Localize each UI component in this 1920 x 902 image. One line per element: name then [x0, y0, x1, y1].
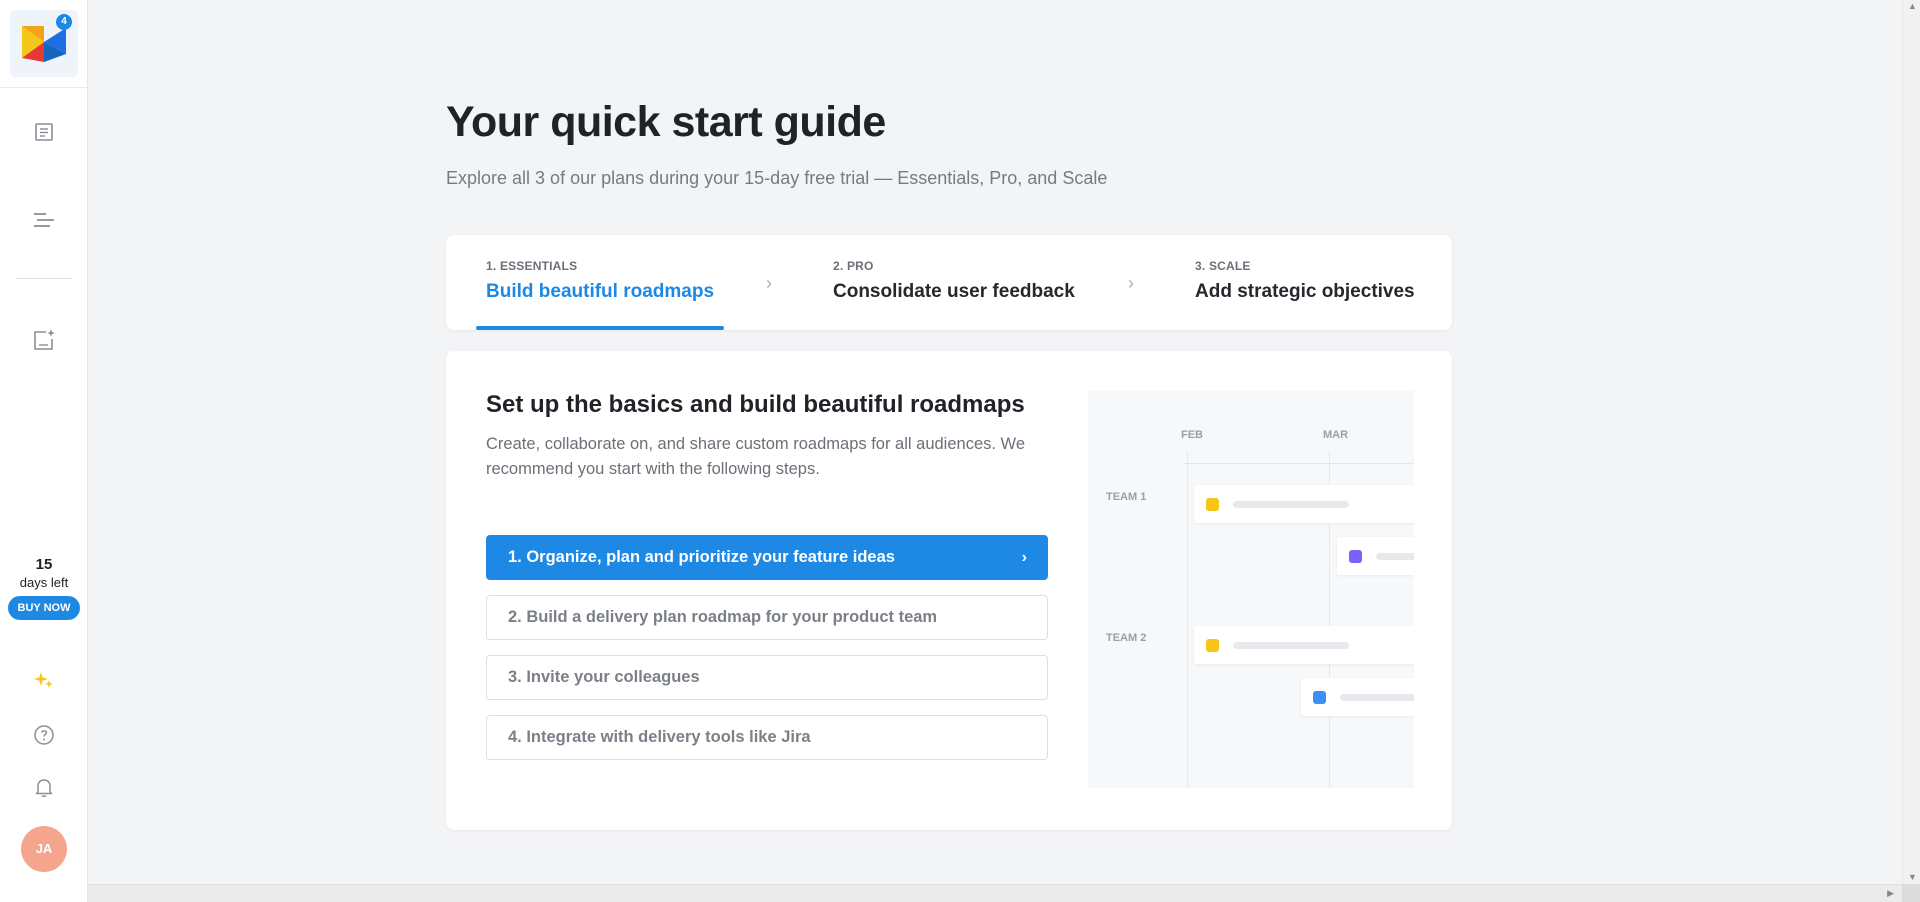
trial-days-count: 15 — [35, 556, 53, 573]
document-icon — [35, 123, 53, 141]
sidebar-item-notifications[interactable] — [30, 773, 58, 801]
team-label: TEAM 1 — [1106, 491, 1147, 503]
notification-count-badge: 4 — [56, 14, 72, 30]
help-circle-icon — [34, 725, 54, 745]
roadmap-illustration: FEB MAR TEAM 1 TEAM 2 — [1088, 391, 1414, 788]
tab-essentials[interactable]: 1. ESSENTIALS Build beautiful roadmaps — [486, 259, 714, 303]
step-label: 2. Build a delivery plan roadmap for you… — [508, 608, 938, 626]
step-label: 3. Invite your colleagues — [508, 668, 700, 686]
status-dot — [1349, 550, 1362, 563]
buy-now-button[interactable]: BUY NOW — [7, 596, 81, 620]
plan-title: Add strategic objectives — [1195, 281, 1415, 302]
plan-kicker: 1. ESSENTIALS — [486, 259, 578, 273]
app-logo[interactable]: 4 — [10, 10, 78, 77]
month-label: MAR — [1323, 429, 1349, 441]
plan-kicker: 2. PRO — [833, 259, 874, 273]
board-sparkle-icon — [34, 329, 55, 350]
step-delivery-plan[interactable]: 2. Build a delivery plan roadmap for you… — [486, 595, 1048, 640]
chevron-right-icon: › — [1128, 273, 1134, 293]
step-integrate-jira[interactable]: 4. Integrate with delivery tools like Ji… — [486, 715, 1048, 760]
trial-days-label: days left — [19, 575, 69, 590]
scroll-right-icon[interactable]: ▶ — [1887, 888, 1894, 899]
sidebar-item-add-board[interactable] — [30, 326, 58, 354]
chevron-right-icon: › — [1021, 549, 1027, 566]
sidebar-divider — [0, 87, 88, 88]
month-label: FEB — [1181, 429, 1203, 441]
tab-scale[interactable]: 3. SCALE Add strategic objectives — [1195, 259, 1415, 303]
card-description: Create, collaborate on, and share custom… — [486, 435, 1025, 478]
plan-title: Consolidate user feedback — [833, 281, 1075, 302]
vertical-scrollbar[interactable]: ▲ ▼ — [1902, 0, 1920, 884]
plan-tabs: 1. ESSENTIALS Build beautiful roadmaps ›… — [446, 235, 1452, 330]
tab-pro[interactable]: 2. PRO Consolidate user feedback — [833, 259, 1075, 303]
plan-kicker: 3. SCALE — [1195, 259, 1251, 273]
timeline-axis — [1183, 463, 1414, 464]
scroll-up-icon[interactable]: ▲ — [1908, 1, 1917, 11]
sidebar-divider — [16, 278, 72, 279]
status-dot — [1206, 498, 1219, 511]
step-invite-colleagues[interactable]: 3. Invite your colleagues — [486, 655, 1048, 700]
trial-info: 15 days left BUY NOW — [0, 556, 88, 620]
status-dot — [1313, 691, 1326, 704]
chevron-right-icon: › — [766, 273, 772, 293]
status-dot — [1206, 639, 1219, 652]
step-label: 1. Organize, plan and prioritize your fe… — [508, 548, 895, 566]
sparkles-icon — [34, 672, 53, 688]
horizontal-scrollbar[interactable]: ▶ — [88, 884, 1920, 902]
logo-icon — [22, 26, 66, 62]
essentials-card: Set up the basics and build beautiful ro… — [446, 351, 1452, 830]
roadmap-bar — [1194, 626, 1414, 664]
sidebar-item-ideas[interactable] — [30, 118, 58, 146]
placeholder-line — [1376, 553, 1414, 560]
roadmap-lines-icon — [34, 213, 54, 227]
timeline-gridline — [1187, 451, 1188, 788]
step-label: 4. Integrate with delivery tools like Ji… — [508, 728, 811, 746]
roadmap-bar — [1337, 537, 1414, 575]
user-avatar[interactable]: JA — [21, 826, 67, 872]
placeholder-line — [1233, 501, 1349, 508]
active-tab-indicator — [476, 326, 724, 330]
placeholder-line — [1340, 694, 1414, 701]
scrollbar-corner — [1902, 884, 1920, 902]
team-label: TEAM 2 — [1106, 632, 1147, 644]
scroll-down-icon[interactable]: ▼ — [1908, 872, 1917, 882]
placeholder-line — [1233, 642, 1349, 649]
step-organize-ideas[interactable]: 1. Organize, plan and prioritize your fe… — [486, 535, 1048, 580]
plan-title: Build beautiful roadmaps — [486, 281, 715, 302]
roadmap-bar — [1301, 678, 1414, 716]
bell-icon — [35, 779, 53, 798]
page-title: Your quick start guide — [446, 98, 886, 146]
sidebar-item-roadmap[interactable] — [30, 206, 58, 234]
page-subtitle: Explore all 3 of our plans during your 1… — [446, 168, 1108, 188]
sidebar-item-whats-new[interactable] — [30, 666, 58, 694]
roadmap-bar — [1194, 485, 1414, 523]
card-title: Set up the basics and build beautiful ro… — [486, 391, 1025, 418]
sidebar-item-help[interactable] — [30, 721, 58, 749]
sidebar: 4 15 days left BUY NOW JA — [0, 0, 88, 902]
